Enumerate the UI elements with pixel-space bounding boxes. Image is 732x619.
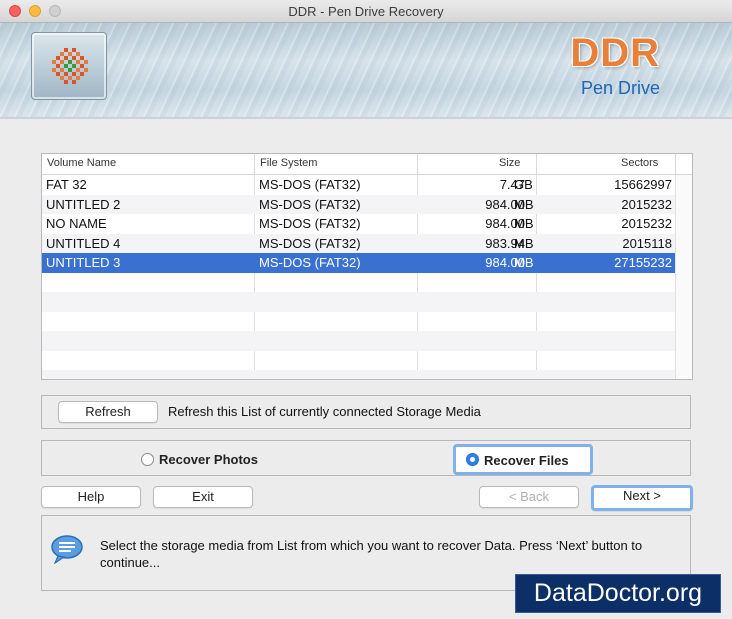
file-system-cell: MS-DOS (FAT32) (259, 235, 361, 251)
title-bar[interactable]: DDR - Pen Drive Recovery (0, 0, 732, 23)
volume-table[interactable]: Volume Name File System Size Sectors FAT… (41, 153, 693, 380)
table-row[interactable]: UNTITLED 4 MS-DOS (FAT32) 983.94 MB 2015… (42, 233, 675, 253)
column-header-volume-name[interactable]: Volume Name (47, 157, 116, 169)
table-header: Volume Name File System Size Sectors (42, 154, 692, 175)
file-system-cell: MS-DOS (FAT32) (259, 196, 361, 212)
size-unit-cell: MB (514, 255, 534, 270)
help-button[interactable]: Help (41, 486, 141, 508)
table-row[interactable]: FAT 32 MS-DOS (FAT32) 7.47 GB 15662997 (42, 175, 675, 195)
size-unit-cell: GB (514, 177, 533, 192)
table-body: FAT 32 MS-DOS (FAT32) 7.47 GB 15662997 U… (42, 175, 675, 379)
sectors-cell: 2015232 (621, 196, 672, 212)
empty-row (42, 312, 675, 332)
volume-name-cell: UNTITLED 2 (46, 196, 121, 212)
recover-photos-radio[interactable] (141, 453, 154, 466)
volume-name-cell: NO NAME (46, 216, 107, 231)
column-header-size[interactable]: Size (499, 157, 520, 169)
recover-files-label[interactable]: Recover Files (484, 453, 569, 468)
window-title: DDR - Pen Drive Recovery (288, 4, 444, 19)
exit-button[interactable]: Exit (153, 486, 253, 508)
recover-files-option[interactable]: Recover Files (453, 444, 593, 475)
sectors-cell: 27155232 (614, 255, 672, 270)
sectors-cell: 15662997 (614, 177, 672, 192)
recovery-options-group: Recover Photos Recover Files (41, 440, 691, 476)
column-header-file-system[interactable]: File System (260, 157, 317, 169)
brand-title: DDR (570, 31, 660, 75)
watermark-logo: DataDoctor.org (515, 574, 721, 613)
refresh-description: Refresh this List of currently connected… (168, 404, 481, 419)
sectors-cell: 2015232 (621, 216, 672, 231)
recover-photos-label[interactable]: Recover Photos (159, 452, 258, 467)
next-button[interactable]: Next > (591, 485, 693, 511)
column-divider[interactable] (536, 154, 537, 174)
size-unit-cell: MB (514, 235, 534, 251)
table-scrollbar[interactable] (675, 175, 692, 379)
app-logo (31, 32, 107, 100)
header-banner: DDR Pen Drive (0, 23, 732, 119)
column-divider[interactable] (417, 154, 418, 174)
sectors-cell: 2015118 (622, 235, 672, 251)
app-window: DDR - Pen Drive Recovery DDR Pen Drive V… (0, 0, 732, 619)
back-button[interactable]: < Back (479, 486, 579, 508)
volume-name-cell: UNTITLED 4 (46, 235, 121, 251)
refresh-button[interactable]: Refresh (58, 401, 158, 423)
volume-name-cell: FAT 32 (46, 177, 87, 192)
volume-name-cell: UNTITLED 3 (46, 255, 121, 270)
empty-row (42, 331, 675, 351)
recover-files-radio[interactable] (466, 453, 479, 466)
size-unit-cell: MB (514, 216, 534, 231)
empty-row (42, 370, 675, 379)
info-message: Select the storage media from List from … (100, 538, 643, 570)
column-header-sectors[interactable]: Sectors (621, 157, 658, 169)
checker-logo-icon (52, 48, 88, 84)
empty-row (42, 273, 675, 293)
table-row[interactable]: UNTITLED 2 MS-DOS (FAT32) 984.00 MB 2015… (42, 194, 675, 214)
table-row[interactable]: NO NAME MS-DOS (FAT32) 984.00 MB 2015232 (42, 214, 675, 234)
empty-row (42, 292, 675, 312)
size-unit-cell: MB (514, 196, 534, 212)
empty-row (42, 351, 675, 371)
table-row-selected[interactable]: UNTITLED 3 MS-DOS (FAT32) 984.00 MB 2715… (42, 253, 675, 273)
brand-subtitle: Pen Drive (580, 78, 660, 98)
column-divider[interactable] (254, 154, 255, 174)
file-system-cell: MS-DOS (FAT32) (259, 177, 361, 192)
file-system-cell: MS-DOS (FAT32) (259, 216, 361, 231)
column-divider[interactable] (675, 154, 676, 174)
refresh-group: Refresh Refresh this List of currently c… (41, 395, 691, 429)
file-system-cell: MS-DOS (FAT32) (259, 255, 361, 270)
banner-divider (0, 117, 732, 119)
speech-bubble-icon (51, 535, 83, 564)
